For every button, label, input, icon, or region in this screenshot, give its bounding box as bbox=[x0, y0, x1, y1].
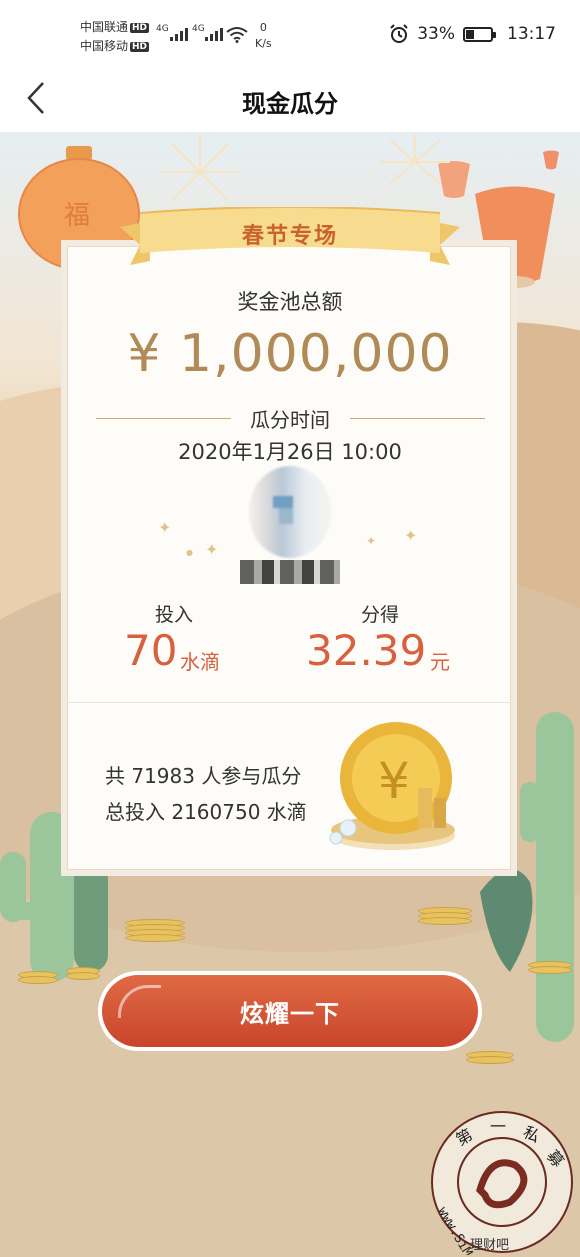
hd-badge: HD bbox=[130, 23, 150, 33]
card-divider bbox=[67, 702, 511, 703]
sparkle-icon: ✦ bbox=[366, 534, 377, 548]
status-bar: 中国联通 HD 中国移动 HD 4G 4G 0 K/s 33% 13:17 bbox=[0, 0, 580, 66]
show-off-button[interactable]: 炫耀一下 bbox=[98, 971, 482, 1051]
coin-stack bbox=[418, 907, 472, 925]
firework-icon bbox=[162, 134, 238, 201]
watermark-overlay: 理财吧 bbox=[470, 1238, 510, 1253]
username-blurred bbox=[240, 560, 340, 584]
earn-unit: 元 bbox=[430, 650, 450, 674]
firework-icon bbox=[380, 134, 450, 185]
invest-unit: 水滴 bbox=[180, 650, 220, 674]
net-type-1: 4G bbox=[156, 24, 169, 34]
total-invest-text: 总投入 2160750 水滴 bbox=[105, 800, 307, 824]
earn-label: 分得 bbox=[360, 604, 399, 626]
battery-percent: 33% bbox=[417, 24, 455, 44]
coin-stack bbox=[466, 1051, 514, 1064]
app-header: 现金瓜分 bbox=[0, 66, 580, 132]
net-type-2: 4G bbox=[192, 24, 205, 34]
sparkle-icon: ✦ bbox=[158, 518, 172, 537]
pool-label: 奖金池总额 bbox=[237, 290, 343, 314]
alarm-icon bbox=[390, 24, 408, 43]
yuan-coin-icon: ¥ bbox=[329, 722, 455, 850]
signal-icon bbox=[205, 28, 223, 41]
clock: 13:17 bbox=[507, 24, 556, 44]
status-right: 33% 13:17 bbox=[389, 24, 556, 44]
sparkle-icon: ✦ bbox=[205, 540, 219, 559]
avatar bbox=[249, 466, 331, 558]
battery-icon bbox=[463, 26, 496, 42]
carrier-2: 中国移动 HD bbox=[80, 39, 150, 53]
invest-value: 70 bbox=[124, 626, 178, 675]
lantern-icon bbox=[543, 150, 559, 170]
svg-text:¥: ¥ bbox=[378, 752, 410, 810]
hd-badge: HD bbox=[130, 42, 150, 52]
svg-text:福: 福 bbox=[64, 201, 90, 231]
sparkle-icon: ● bbox=[186, 548, 193, 557]
coin-stack bbox=[528, 961, 572, 974]
coin-stack bbox=[125, 919, 185, 942]
coin-stack bbox=[66, 967, 100, 980]
wifi-icon bbox=[226, 27, 248, 43]
net-speed: 0 K/s bbox=[255, 21, 272, 50]
carrier-1: 中国联通 HD bbox=[80, 20, 150, 34]
coin-stack bbox=[18, 971, 58, 984]
time-value: 2020年1月26日 10:00 bbox=[178, 440, 402, 464]
show-off-button-label: 炫耀一下 bbox=[102, 975, 478, 1047]
participants-text: 共 71983 人参与瓜分 bbox=[105, 764, 302, 788]
watermark-char: 一 bbox=[490, 1117, 506, 1136]
pool-amount: ¥ 1,000,000 bbox=[127, 324, 453, 384]
earn-value: 32.39 bbox=[306, 626, 427, 675]
page-title: 现金瓜分 bbox=[242, 90, 338, 118]
sparkle-icon: ✦ bbox=[404, 526, 418, 545]
ribbon-title: 春节专场 bbox=[241, 224, 338, 249]
time-label: 瓜分时间 bbox=[250, 408, 330, 432]
signal-icon bbox=[170, 28, 188, 41]
invest-label: 投入 bbox=[154, 604, 193, 626]
